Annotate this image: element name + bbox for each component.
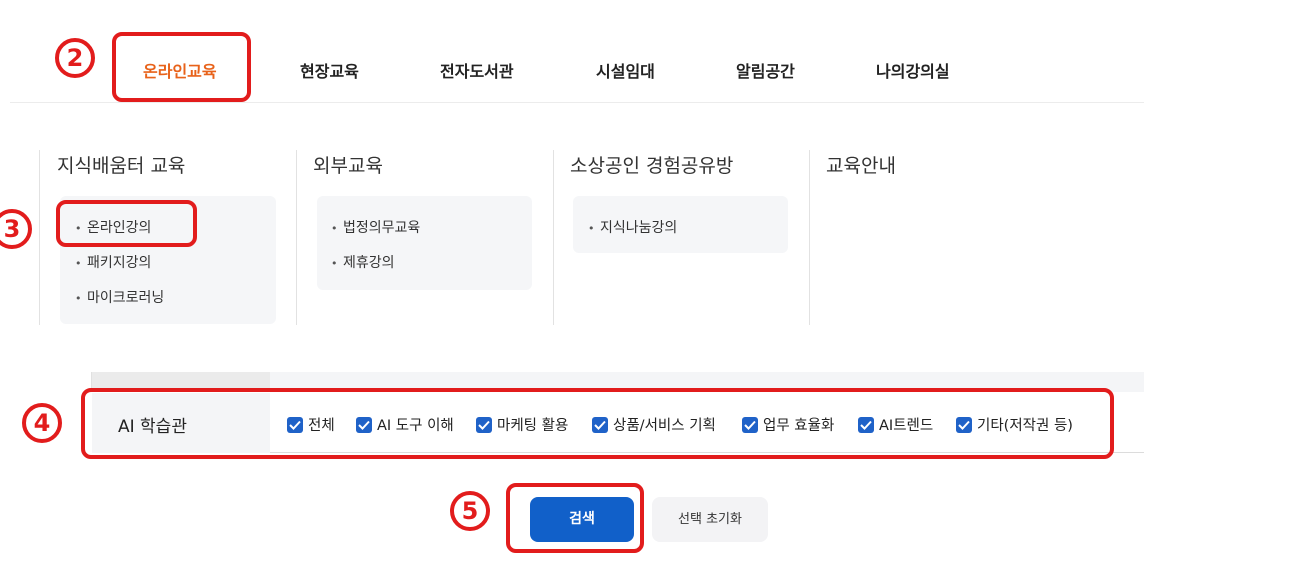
filter-header-cell [10,372,92,392]
callout-highlight-box [81,388,1114,459]
nav-e-library[interactable]: 전자도서관 [440,58,514,82]
column-divider [553,150,554,325]
nav-field-education[interactable]: 현장교육 [300,58,359,82]
nav-divider [10,102,1144,103]
submenu-partner-lecture[interactable]: 제휴강의 [331,252,395,272]
callout-highlight-box [112,32,251,102]
nav-my-classroom[interactable]: 나의강의실 [876,58,950,82]
submenu-micro-learning[interactable]: 마이크로러닝 [75,287,164,307]
menu-title-external: 외부교육 [313,155,383,177]
nav-notice[interactable]: 알림공간 [736,58,795,82]
menu-title-sharing: 소상공인 경험공유방 [570,155,734,177]
reset-selection-button[interactable]: 선택 초기화 [652,497,768,542]
column-divider [296,150,297,325]
callout-number-3: 3 [0,209,32,249]
callout-highlight-box [56,200,197,247]
callout-highlight-box [506,483,644,553]
callout-number-5: 5 [450,491,490,531]
callout-number-4: 4 [22,403,62,443]
submenu-knowledge-sharing[interactable]: 지식나눔강의 [588,217,677,237]
menu-title-knowledge: 지식배움터 교육 [57,155,186,177]
submenu-box-external [317,196,532,290]
column-divider [39,150,40,325]
submenu-package-lecture[interactable]: 패키지강의 [75,252,151,272]
nav-facility-rental[interactable]: 시설임대 [596,58,655,82]
menu-title-guide[interactable]: 교육안내 [826,151,896,178]
submenu-legal-training[interactable]: 법정의무교육 [331,217,420,237]
callout-number-2: 2 [55,38,95,78]
column-divider [809,150,810,325]
